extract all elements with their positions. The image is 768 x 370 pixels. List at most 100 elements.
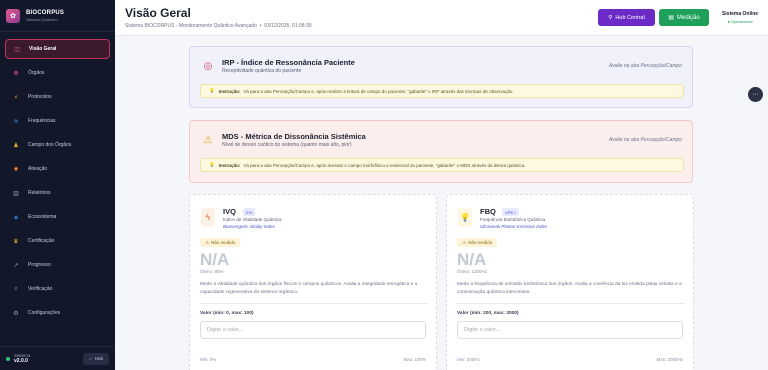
sidebar-item-label: Protocolos (28, 94, 52, 100)
sidebar-nav: ◫ Visão Geral ❁ Órgãos ⚡ Protocolos ≋ Frequênci… (0, 32, 115, 323)
sidebar-item-search[interactable]: ⌕ Verificação (5, 279, 110, 299)
chart-icon: ▥ (13, 190, 19, 197)
sidebar-item-label: Campo dos Órgãos (28, 142, 72, 148)
sidebar-item-field[interactable]: ♟ Campo dos Órgãos (5, 135, 110, 155)
link-icon: ⚲ (608, 14, 613, 21)
irp-title: IRP - Índice de Ressonância Paciente (222, 58, 355, 67)
metric-badge: UPE-I (502, 208, 519, 216)
metric-english: Ultraweak Photon Emission Index (480, 224, 548, 229)
page-subtitle: Sistema BIOCORPUS - Monitoramento Quânti… (125, 23, 312, 29)
search-icon: ⌕ (14, 285, 18, 292)
hub-central-label: Hub Central (615, 14, 645, 21)
sidebar-item-label: Frequências (28, 118, 56, 124)
metric-description: Mede a vitalidade quântica dos órgãos fí… (200, 282, 418, 295)
status-badge: ⚠ Não medido (200, 238, 241, 247)
sidebar-item-chart[interactable]: ▥ Relatórios (5, 183, 110, 203)
datetime: 03/12/2025, 01:08:39 (264, 23, 312, 29)
system-operational: ● Operacional (727, 19, 753, 24)
fire-icon: ✹ (13, 166, 19, 173)
sidebar-item-label: Visão Geral (29, 46, 57, 52)
hub-central-button[interactable]: ⚲ Hub Central (598, 9, 655, 26)
lightbulb-icon: 💡 (209, 162, 215, 167)
dashboard-icon: ◫ (14, 46, 20, 53)
brand-name: BIOCORPUS (26, 9, 65, 16)
brand-subtitle: Sistema Quântico (26, 16, 58, 22)
irp-card: ◎ IRP - Índice de Ressonância Paciente R… (189, 46, 693, 108)
sidebar-item-progress[interactable]: ↗ Progresso (5, 255, 110, 275)
max-label: Max: 100% (403, 357, 426, 362)
chat-icon: ⋯ (752, 92, 759, 98)
sidebar-item-globe[interactable]: ◈ Ecossistema (5, 207, 110, 227)
sidebar: ✿ BIOCORPUS Sistema Quântico ◫ Visão Gera… (0, 0, 115, 370)
status-dot-icon (6, 356, 10, 361)
sidebar-item-gear[interactable]: ⚙ Configurações (5, 303, 110, 323)
chat-float-button[interactable]: ⋯ (748, 87, 763, 102)
status-text: Não medido (468, 240, 493, 245)
metric-english: Bioenergetic Vitality Index (223, 224, 275, 229)
mds-title: MDS - Métrica de Dissonância Sistêmica (222, 132, 366, 141)
wave-icon: ≋ (13, 118, 19, 125)
sidebar-item-label: Ecossistema (28, 214, 57, 220)
sidebar-item-label: Progresso (28, 262, 51, 268)
status-badge: ⚠ Não medido (457, 238, 498, 247)
value-label: Valor (min: 0, max: 100) (200, 311, 254, 316)
sidebar-item-fire[interactable]: ✹ Ativação (5, 159, 110, 179)
value-label: Valor (min: 200, max: 2000) (457, 311, 519, 316)
measure-button[interactable]: ▤ Medição (659, 9, 709, 26)
divider (200, 303, 428, 304)
metric-fullname: Índice de Vitalidade Quântica (223, 217, 282, 222)
mds-instruction: 💡 Instrução: Vá para a aba Percepção/Cam… (200, 158, 684, 172)
system-online-label: Sistema Online (721, 11, 759, 17)
sidebar-item-bolt[interactable]: ⚡ Protocolos (5, 87, 110, 107)
measure-label: Medição (676, 14, 700, 21)
trophy-icon: ♛ (13, 238, 19, 245)
sidebar-item-label: Verificação (28, 286, 53, 292)
metric-description: Mede a frequência de emissão biofotônica… (457, 282, 682, 295)
sidebar-item-dashboard[interactable]: ◫ Visão Geral (5, 39, 110, 59)
instruction-label: Instrução: (218, 162, 241, 168)
page-title: Visão Geral (125, 6, 191, 20)
globe-icon: ◈ (13, 214, 19, 221)
irp-subtitle: Receptividade quântica do paciente (222, 68, 302, 74)
sidebar-footer: Sistema v2.0.0 ⌂ Hub (0, 346, 115, 370)
sidebar-item-label: Ativação (28, 166, 48, 172)
metric-optimal: Ótimo: 1200Hz (457, 269, 488, 274)
metric-name: FBQ (480, 207, 496, 216)
sidebar-item-wave[interactable]: ≋ Frequências (5, 111, 110, 131)
sidebar-item-trophy[interactable]: ♛ Certificação (5, 231, 110, 251)
metric-fullname: Frequência Biofotônica Quântica (480, 217, 546, 222)
lightbulb-icon: 💡 (209, 88, 215, 93)
subtitle-text: Sistema BIOCORPUS - Monitoramento Quânti… (125, 23, 257, 29)
irp-instruction: 💡 Instrução: Vá para a aba Percepção/Cam… (200, 84, 684, 98)
hub-label: Hub (94, 356, 103, 361)
metric-card-fbq: 💡 FBQ UPE-I Frequência Biofotônica Quânt… (446, 194, 694, 370)
min-label: Min: 0% (200, 357, 217, 362)
metric-name: IVQ (223, 207, 236, 216)
warning-icon: ⚠ (205, 239, 210, 245)
sidebar-item-label: Certificação (28, 238, 55, 244)
instruction-text: Vá para a aba Percepção/Campo e, após re… (243, 88, 514, 94)
brand: ✿ BIOCORPUS Sistema Quântico (0, 0, 115, 32)
version-label: v2.0.0 (14, 358, 28, 364)
metric-optimal: Ótimo: 85% (200, 269, 224, 274)
metric-value: N/A (200, 250, 230, 269)
ivq-value-input[interactable] (200, 321, 426, 339)
warning-icon: ⚠ (203, 134, 213, 146)
instruction-label: Instrução: (218, 88, 241, 94)
header: Visão Geral Sistema BIOCORPUS - Monitora… (115, 0, 768, 36)
hub-button[interactable]: ⌂ Hub (83, 352, 109, 365)
progress-icon: ↗ (13, 262, 19, 269)
lightning-icon: ϟ (201, 208, 215, 227)
irp-hint: Avalie na aba Percepção/Campo (608, 63, 682, 69)
bolt-icon: ⚡ (13, 94, 19, 101)
clipboard-icon: ▤ (668, 15, 674, 21)
metric-value: N/A (457, 250, 487, 269)
instruction-text: Vá para a aba Percepção/Campo e, após ac… (243, 162, 526, 168)
fbq-value-input[interactable] (457, 321, 683, 339)
metric-badge: EVI (243, 208, 256, 216)
organ-icon: ❁ (13, 70, 19, 77)
warning-icon: ⚠ (462, 239, 467, 245)
divider (457, 303, 685, 304)
sidebar-item-label: Órgãos (28, 70, 45, 76)
sidebar-item-organ[interactable]: ❁ Órgãos (5, 63, 110, 83)
